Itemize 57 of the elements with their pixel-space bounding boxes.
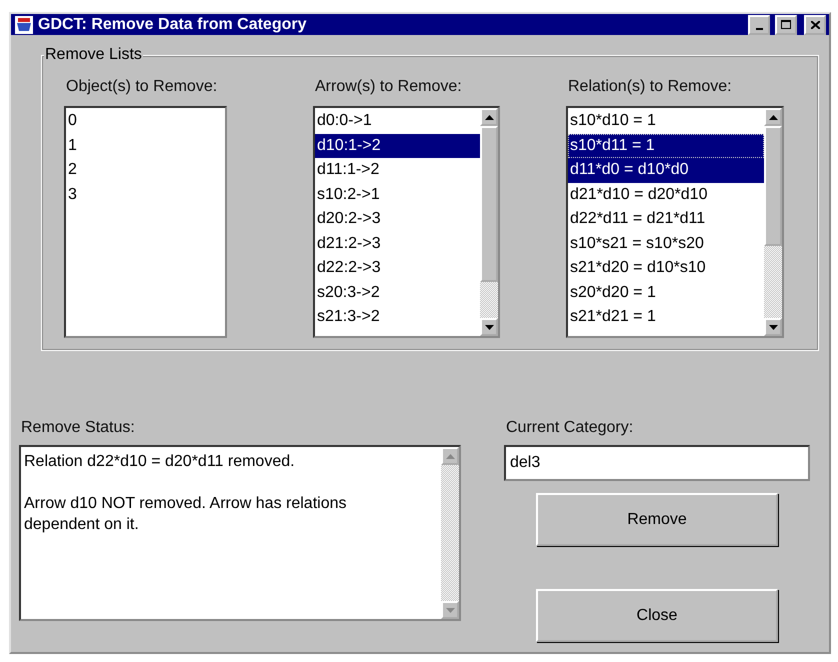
list-item[interactable]: d0:0->1: [315, 109, 480, 134]
list-item[interactable]: s21*d21 = 1: [568, 305, 764, 330]
list-item[interactable]: d21*d10 = d20*d10: [568, 182, 764, 207]
list-item[interactable]: d11*d0 = d10*d0: [568, 158, 764, 182]
close-icon: [810, 20, 820, 28]
minimize-icon: [756, 28, 762, 30]
list-item[interactable]: s10*s21 = s10*s20: [568, 232, 764, 256]
maximize-button[interactable]: [775, 14, 797, 34]
list-item[interactable]: s10*d10 = 1: [568, 109, 764, 134]
list-item[interactable]: s21*d20 = d10*s10: [568, 256, 764, 280]
scroll-down-button[interactable]: [480, 318, 498, 336]
window-title: GDCT: Remove Data from Category: [38, 16, 308, 34]
list-item[interactable]: d11:1->2: [315, 158, 480, 182]
scroll-thumb[interactable]: [764, 126, 782, 246]
list-box[interactable]: s10*d10 = 1 s10*d11 = 1 d11*d0 = d10*d0 d21*d10 = d20*d10 d22*d11 = d21*d11 s10*s21 = s10*s20 s21*d20 = d10*s10 s20*d20 = 1 s21*d21 = 1: [566, 106, 784, 338]
list-item[interactable]: s21:3->2: [315, 305, 480, 330]
list-item[interactable]: d22*d11 = d21*d11: [568, 207, 764, 232]
list-item[interactable]: 3: [66, 182, 225, 207]
scroll-up-button[interactable]: [480, 108, 498, 126]
list-item[interactable]: d10:1->2: [315, 134, 480, 158]
list-item[interactable]: 0: [66, 109, 225, 134]
down-arrow-icon: [768, 324, 778, 330]
down-arrow-icon: [446, 608, 454, 612]
list-item[interactable]: d21:2->3: [315, 232, 480, 256]
scroll-down-button[interactable]: [764, 318, 782, 336]
list-item[interactable]: s20*d20 = 1: [568, 280, 764, 305]
list-item[interactable]: s10:2->1: [315, 182, 480, 207]
scroll-thumb[interactable]: [480, 126, 498, 282]
list-item[interactable]: 1: [66, 134, 225, 158]
list-label: Object(s) to Remove:: [66, 78, 218, 96]
list-item[interactable]: s10*d11 = 1: [568, 134, 764, 158]
status-label: Remove Status:: [21, 419, 136, 437]
list-item[interactable]: d22:2->3: [315, 256, 480, 280]
close-button[interactable]: [804, 14, 826, 34]
up-arrow-icon: [446, 454, 454, 458]
scroll-up-button[interactable]: [764, 108, 782, 126]
scrollbar[interactable]: [480, 108, 498, 336]
category-field[interactable]: del3: [504, 445, 810, 481]
list-box[interactable]: 0 1 2 3: [64, 106, 227, 338]
up-arrow-icon: [768, 114, 778, 120]
up-arrow-icon: [484, 114, 494, 120]
minimize-button[interactable]: [748, 14, 770, 34]
down-arrow-icon: [484, 324, 494, 330]
list-item[interactable]: d20:2->3: [315, 207, 480, 232]
app-icon: [14, 14, 34, 34]
status-message: Relation d22*d10 = d20*d11 removed.: [24, 452, 296, 472]
close-dialog-button[interactable]: Close: [536, 589, 778, 642]
list-box[interactable]: d0:0->1 d10:1->2 d11:1->2 s10:2->1 d20:2->3 d21:2->3 d22:2->3 s20:3->2 s21:3->2: [313, 106, 500, 338]
list-item[interactable]: 2: [66, 158, 225, 182]
category-label: Current Category:: [506, 419, 634, 437]
list-label: Arrow(s) to Remove:: [315, 78, 463, 96]
list-item[interactable]: s20:3->2: [315, 280, 480, 305]
scrollbar[interactable]: [764, 108, 782, 336]
status-message: Arrow d10 NOT removed. Arrow has relations dependent on it.: [24, 494, 348, 535]
list-label: Relation(s) to Remove:: [568, 78, 733, 96]
maximize-icon: [781, 20, 791, 29]
remove-button[interactable]: Remove: [536, 493, 778, 546]
